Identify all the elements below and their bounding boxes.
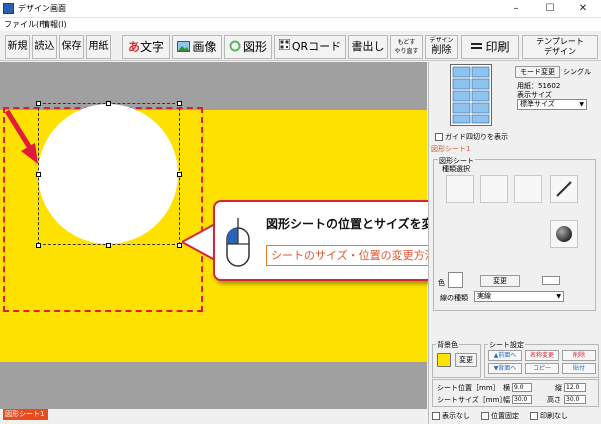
close-button[interactable]: ✕ <box>566 0 600 18</box>
vertical-line-shape[interactable] <box>446 175 474 203</box>
diagonal-down-line-shape[interactable] <box>514 175 542 203</box>
paste-button[interactable]: 貼付 <box>562 363 596 374</box>
pos-y-label: 縦 <box>555 384 562 392</box>
diagonal-up-line-shape[interactable] <box>550 175 578 203</box>
selection-box[interactable] <box>38 103 180 245</box>
text-button[interactable]: あ文字 <box>122 35 170 59</box>
view-size-select[interactable]: 標準サイズ ▼ <box>517 99 587 110</box>
pos-x-label: 横 <box>503 384 510 392</box>
template-design-button[interactable]: テンプレート デザイン <box>522 35 598 59</box>
print-button[interactable]: 印刷 <box>461 35 519 59</box>
export-button[interactable]: 書出し <box>348 35 388 59</box>
property-panel: モード変更 シングル 用紙：51602 表示サイズ 標準サイズ ▼ ガイド四切りを… <box>428 62 601 424</box>
mode-change-button[interactable]: モード変更 <box>515 66 560 78</box>
hide-checkbox[interactable]: 表示なし <box>432 411 470 421</box>
app-icon <box>3 3 14 14</box>
undo-redo-button[interactable]: もどす やり直す <box>390 35 423 59</box>
bg-color-swatch[interactable] <box>437 353 451 367</box>
window-title: デザイン画面 <box>18 4 66 13</box>
image-icon <box>177 37 191 59</box>
shape-button[interactable]: 図形 <box>224 35 272 59</box>
label-layout-preview <box>450 64 492 126</box>
callout-pointer <box>182 222 216 262</box>
sphere-icon <box>556 226 572 242</box>
mode-single-label: シングル <box>563 68 591 76</box>
chevron-down-icon: ▼ <box>579 101 584 108</box>
line-type-select[interactable]: 実線 ▼ <box>474 291 564 302</box>
send-back-button[interactable]: ▼背面へ <box>488 363 522 374</box>
color-label: 色 <box>438 279 445 287</box>
line-type-label: 線の種類 <box>440 294 468 302</box>
sheet-tab-label[interactable]: 図形シート1 <box>431 144 470 154</box>
width-input[interactable]: 30.0 <box>512 395 532 404</box>
paper-button[interactable]: 用紙 <box>86 35 111 59</box>
filled-circle-shape[interactable] <box>550 220 578 248</box>
line-width-input[interactable] <box>542 276 560 285</box>
width-label: 幅 <box>503 396 510 404</box>
lock-position-checkbox[interactable]: 位置固定 <box>481 411 519 421</box>
resize-handle-bl[interactable] <box>36 243 41 248</box>
shape-sheet-group: 図形シート 種類選択 色 変更 線の種類 実線 ▼ <box>433 156 596 311</box>
resize-handle-tl[interactable] <box>36 101 41 106</box>
title-bar: デザイン画面 – ☐ ✕ <box>0 0 601 18</box>
kind-select-label: 種類選択 <box>442 165 470 173</box>
height-label: 高さ <box>547 396 561 404</box>
pos-x-input[interactable]: 9.0 <box>512 383 532 392</box>
bring-front-button[interactable]: ▲前面へ <box>488 350 522 361</box>
color-swatch[interactable] <box>448 272 463 288</box>
resize-handle-r[interactable] <box>177 172 182 177</box>
copy-button[interactable]: コピー <box>525 363 559 374</box>
delete-design-button[interactable]: デザイン 削除 <box>425 35 458 59</box>
diagonal-line-icon <box>556 181 572 197</box>
mouse-icon <box>226 218 250 267</box>
sheet-settings-title: シート設定 <box>488 340 525 350</box>
guide-checkbox[interactable]: ガイド四切りを表示 <box>435 132 508 142</box>
sheet-position-label: シート位置［mm］ <box>437 384 500 392</box>
height-input[interactable]: 30.0 <box>564 395 586 404</box>
resize-handle-l[interactable] <box>36 172 41 177</box>
resize-handle-b[interactable] <box>106 243 111 248</box>
red-arrow-icon <box>4 109 38 164</box>
rename-button[interactable]: 名称変更 <box>525 350 559 361</box>
pos-y-input[interactable]: 12.0 <box>564 383 586 392</box>
position-size-group: シート位置［mm］ 横 9.0 縦 12.0 シートサイズ［mm］ 幅 30.0… <box>432 379 599 407</box>
printer-icon <box>470 37 483 59</box>
qr-code-button[interactable]: QRコード <box>274 35 346 59</box>
bg-change-button[interactable]: 変更 <box>455 353 477 367</box>
sheet-size-label: シートサイズ［mm］ <box>437 396 507 404</box>
callout-title: 図形シートの位置とサイズを変更 <box>266 217 446 231</box>
maximize-button[interactable]: ☐ <box>533 0 567 18</box>
resize-handle-tr[interactable] <box>177 101 182 106</box>
delete-sheet-button[interactable]: 削除 <box>562 350 596 361</box>
menu-file[interactable]: ファイル(F) <box>4 19 47 30</box>
horizontal-line-shape[interactable] <box>480 175 508 203</box>
color-change-button[interactable]: 変更 <box>480 275 520 287</box>
save-button[interactable]: 保存 <box>59 35 84 59</box>
new-button[interactable]: 新規 <box>5 35 30 59</box>
no-print-checkbox[interactable]: 印刷なし <box>530 411 568 421</box>
menu-info[interactable]: 情報(I) <box>42 19 67 30</box>
toolbar: 新規 読込 保存 用紙 あ文字 画像 図形 QRコード 書出し もどす やり直す… <box>0 31 601 61</box>
resize-handle-t[interactable] <box>106 101 111 106</box>
chevron-down-icon: ▼ <box>556 293 561 300</box>
image-button[interactable]: 画像 <box>172 35 222 59</box>
menu-bar: ファイル(F) 情報(I) <box>0 18 601 31</box>
bg-color-title: 背景色 <box>436 340 459 350</box>
qr-icon <box>278 36 291 58</box>
open-button[interactable]: 読込 <box>32 35 57 59</box>
circle-shape-icon <box>229 37 241 59</box>
sheet-tab-bottom[interactable]: 図形シート1 <box>3 409 48 420</box>
text-icon: あ <box>127 40 140 54</box>
sheet-settings-group: シート設定 ▲前面へ 名称変更 削除 ▼背面へ コピー 貼付 <box>484 340 599 378</box>
minimize-button[interactable]: – <box>499 0 533 18</box>
background-color-group: 背景色 変更 <box>432 340 481 378</box>
